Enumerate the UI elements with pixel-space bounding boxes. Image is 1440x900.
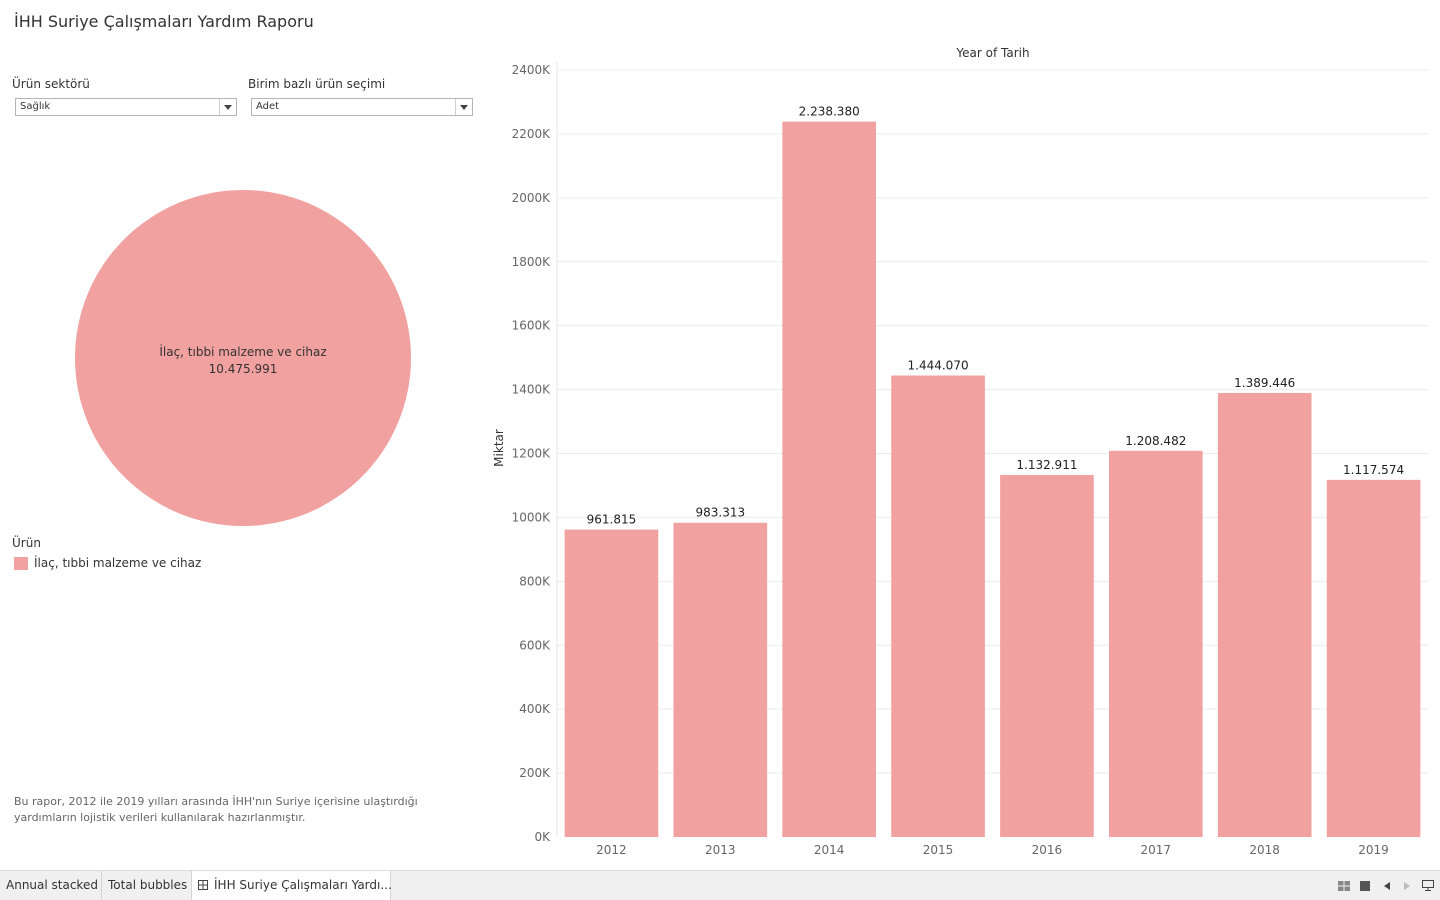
dashboard-icon [198,880,208,890]
chevron-down-icon[interactable] [219,99,236,115]
tab-label: Annual stacked [6,878,98,892]
y-tick-label: 1600K [512,319,552,333]
bubble-label: İlaç, tıbbi malzeme ve cihaz [159,344,326,359]
single-view-icon[interactable] [1356,871,1374,900]
y-tick-label: 2400K [512,63,552,77]
sheet-tab-bar: Annual stacked Total bubbles İHH Suriye … [0,870,1440,900]
y-tick-label: 1800K [512,255,552,269]
dashboard-title: İHH Suriye Çalışmaları Yardım Raporu [14,12,314,31]
bar[interactable] [1217,392,1312,837]
bar[interactable] [1000,474,1094,837]
y-tick-label: 1000K [512,510,552,524]
bar[interactable] [673,522,768,837]
scroll-right-icon[interactable] [1398,871,1416,900]
y-axis-label: Miktar [492,429,506,467]
chevron-down-icon[interactable] [455,99,472,115]
scroll-left-icon[interactable] [1378,871,1396,900]
y-tick-label: 0K [534,830,551,844]
bar-value-label: 1.444.070 [908,358,969,372]
bar-value-label: 983.313 [696,506,746,520]
unit-filter-select[interactable]: Adet [251,98,473,116]
bar-value-label: 1.389.446 [1234,376,1295,390]
report-footnote: Bu rapor, 2012 ile 2019 yılları arasında… [14,795,418,824]
x-tick-label: 2014 [814,843,845,857]
y-tick-label: 800K [519,574,551,588]
tab-total-bubbles[interactable]: Total bubbles [102,871,192,900]
bar-value-label: 2.238.380 [799,105,860,119]
bubble-value: 10.475.991 [209,362,278,376]
bar[interactable] [782,121,877,837]
bar-value-label: 1.208.482 [1125,434,1186,448]
y-tick-label: 600K [519,638,551,652]
bars: 961.815 983.313 2.238.380 1.444.070 1.132.91… [564,105,1421,837]
x-tick-label: 2013 [705,843,736,857]
sector-filter-value: Sağlık [20,101,51,112]
legend-title: Ürün [12,536,41,550]
bar-value-label: 961.815 [587,513,637,527]
bar[interactable] [564,529,659,837]
tab-annual-stacked[interactable]: Annual stacked [0,871,102,900]
presentation-icon[interactable] [1419,871,1437,900]
bar-chart: 961.815 983.313 2.238.380 1.444.070 1.132.91… [492,46,1428,857]
y-tick-label: 400K [519,702,551,716]
legend-label: İlaç, tıbbi malzeme ve cihaz [34,556,202,570]
legend-swatch [14,557,28,570]
bar-value-label: 1.132.911 [1016,458,1077,472]
y-tick-label: 2000K [512,191,552,205]
y-tick-label: 1400K [512,383,552,397]
sector-filter-select[interactable]: Sağlık [15,98,237,116]
bar[interactable] [1326,479,1421,837]
x-tick-label: 2012 [596,843,627,857]
tab-dashboard[interactable]: İHH Suriye Çalışmaları Yardı... [191,871,392,900]
bubble-chart: İlaç, tıbbi malzeme ve cihaz 10.475.991 [75,190,411,526]
y-tick-label: 2200K [512,127,552,141]
tab-label: Total bubbles [108,878,188,892]
x-tick-label: 2019 [1358,843,1389,857]
unit-filter-label: Birim bazlı ürün seçimi [248,77,386,91]
grid-view-icon[interactable] [1335,871,1353,900]
bar[interactable] [1108,450,1203,837]
chart-title: Year of Tarih [955,46,1029,60]
x-tick-label: 2018 [1249,843,1280,857]
x-tick-label: 2016 [1032,843,1063,857]
y-tick-label: 200K [519,766,551,780]
bar[interactable] [891,375,985,837]
bar-value-label: 1.117.574 [1343,463,1404,477]
unit-filter-value: Adet [256,101,280,112]
sector-filter-label: Ürün sektörü [12,77,90,91]
x-tick-label: 2017 [1141,843,1172,857]
y-tick-label: 1200K [512,447,552,461]
tab-label: İHH Suriye Çalışmaları Yardı... [214,878,392,892]
x-tick-label: 2015 [923,843,954,857]
